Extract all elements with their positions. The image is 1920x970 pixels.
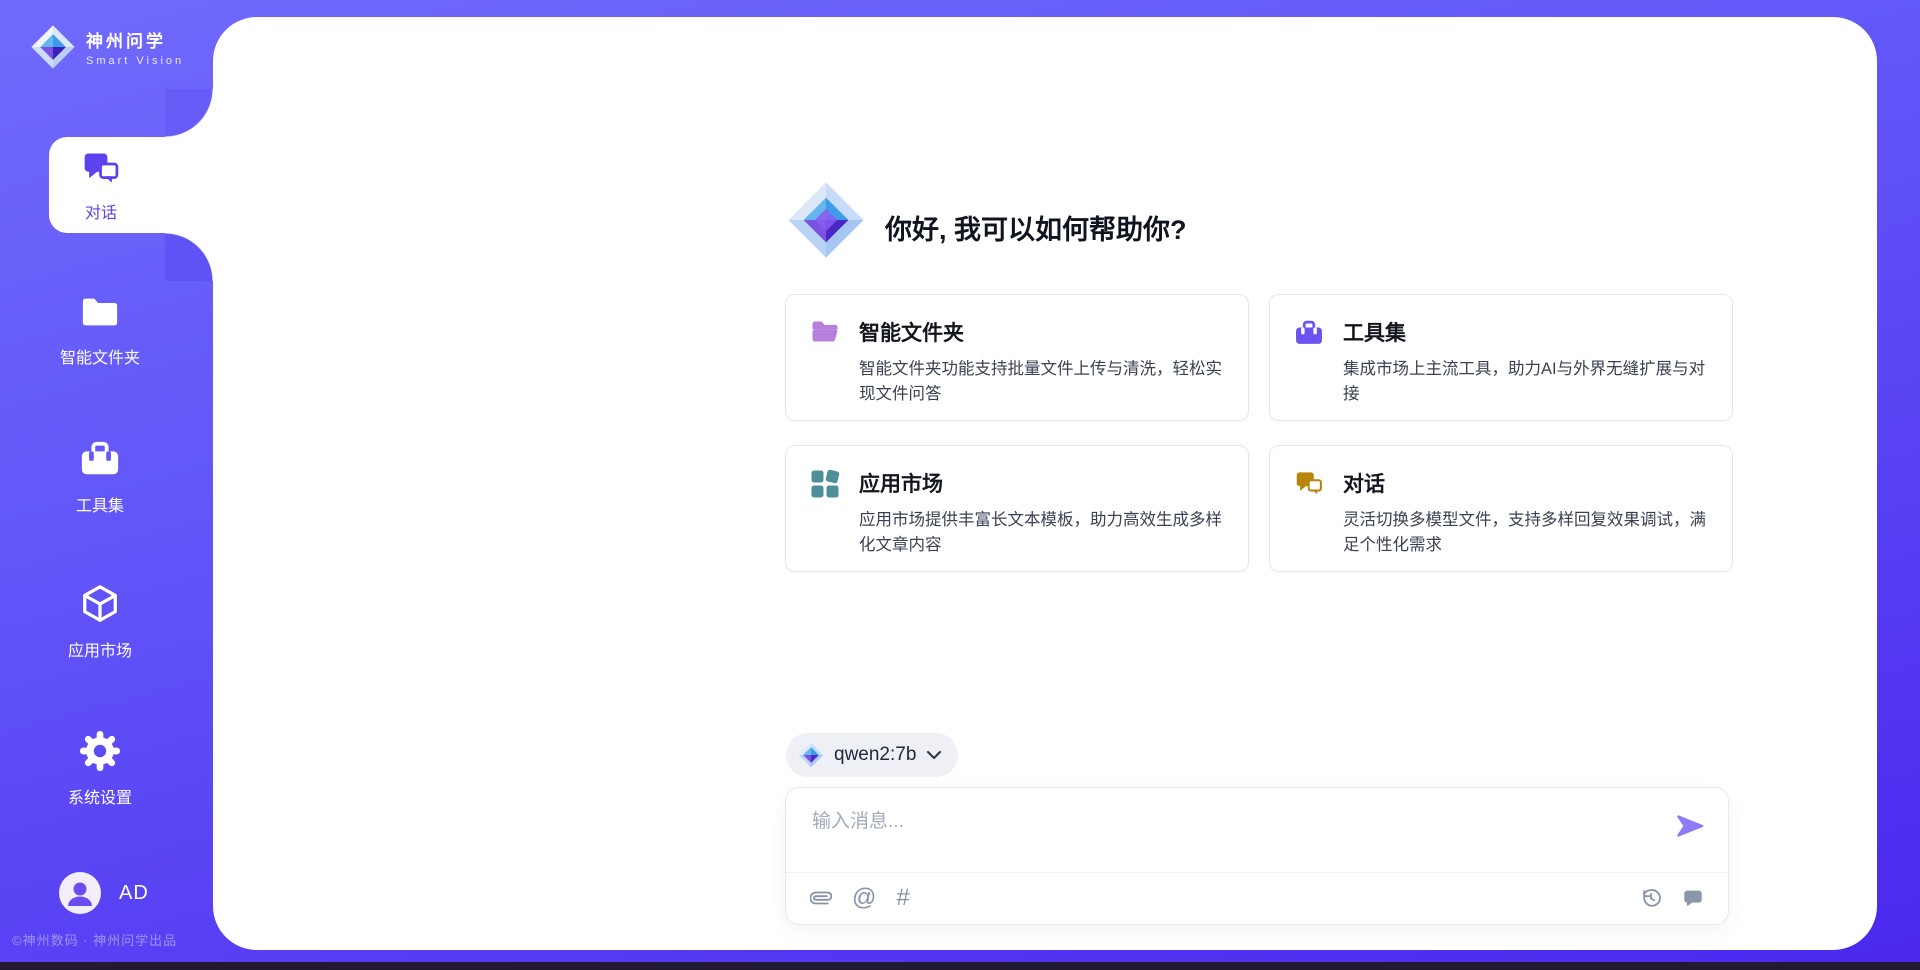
history-icon [1640,887,1662,909]
history-button[interactable] [1640,887,1662,909]
card-description: 灵活切换多模型文件，支持多样回复效果调试，满足个性化需求 [1343,508,1708,558]
sidebar-item-toolkit[interactable]: 工具集 [0,438,200,516]
logo-diamond-icon [30,24,76,70]
sidebar-item-label: 系统设置 [0,784,200,808]
user-profile[interactable]: AD [59,872,149,914]
gear-icon [0,730,200,777]
send-button[interactable] [1674,810,1706,842]
avatar [59,872,101,914]
app-logo: 神州问学 Smart Vision [30,24,184,70]
briefcase-icon [0,438,200,485]
bottom-edge-bar [0,962,1920,970]
app-grid-icon [810,468,840,549]
chat-bubbles-icon [1294,468,1324,549]
feature-cards: 智能文件夹 智能文件夹功能支持批量文件上传与清洗，轻松实现文件问答 [785,294,1733,572]
at-icon: @ [852,886,876,910]
model-name: qwen2:7b [834,744,916,766]
copyright-footer: ©神州数码 · 神州问学出品 [12,930,212,949]
card-title: 智能文件夹 [859,317,1224,347]
card-description: 集成市场上主流工具，助力AI与外界无缝扩展与对接 [1343,357,1708,407]
card-description: 应用市场提供丰富长文本模板，助力高效生成多样化文章内容 [859,508,1224,558]
card-description: 智能文件夹功能支持批量文件上传与清洗，轻松实现文件问答 [859,357,1224,407]
tab-fillet-top [165,89,213,137]
sidebar-item-settings[interactable]: 系统设置 [0,730,200,808]
message-composer: @ # [785,787,1729,925]
main-content-panel: 你好, 我可以如何帮助你? 智能文件夹 智能文件夹功能支持批量文件上传与清洗，轻… [213,17,1877,950]
brand-diamond-icon [786,180,866,265]
greeting-title: 你好, 我可以如何帮助你? [885,208,1187,247]
chevron-down-icon [926,750,942,760]
folder-open-icon [810,317,840,398]
sidebar-item-chat[interactable]: 对话 [49,137,213,233]
folder-icon [0,292,200,337]
briefcase-icon [1294,317,1324,398]
app-subtitle: Smart Vision [86,55,184,67]
attach-button[interactable] [810,887,832,909]
sidebar-item-label: 工具集 [0,492,200,516]
hash-icon: # [896,886,909,910]
model-selector[interactable]: qwen2:7b [786,733,958,777]
app-title: 神州问学 [86,27,184,52]
sidebar-item-smart-folder[interactable]: 智能文件夹 [0,292,200,368]
cube-icon [0,583,200,630]
card-title: 对话 [1343,468,1708,498]
card-title: 应用市场 [859,468,1224,498]
card-toolkit[interactable]: 工具集 集成市场上主流工具，助力AI与外界无缝扩展与对接 [1269,294,1733,421]
card-app-market[interactable]: 应用市场 应用市场提供丰富长文本模板，助力高效生成多样化文章内容 [785,445,1249,572]
message-input[interactable] [812,806,1652,862]
chat-icon [81,149,121,194]
chat-bubble-button[interactable] [1682,887,1704,909]
user-icon [60,873,100,913]
sidebar-item-label: 智能文件夹 [0,344,200,368]
topic-button[interactable]: # [896,886,909,910]
sidebar-item-label: 应用市场 [0,637,200,661]
paperclip-icon [810,887,832,909]
card-smart-folder[interactable]: 智能文件夹 智能文件夹功能支持批量文件上传与清洗，轻松实现文件问答 [785,294,1249,421]
user-name: AD [119,882,149,905]
send-icon [1675,811,1705,841]
card-chat[interactable]: 对话 灵活切换多模型文件，支持多样回复效果调试，满足个性化需求 [1269,445,1733,572]
card-title: 工具集 [1343,317,1708,347]
sidebar-item-label: 对话 [49,199,153,223]
chat-bubble-icon [1682,887,1704,909]
sidebar-item-app-market[interactable]: 应用市场 [0,583,200,661]
composer-divider [786,872,1728,873]
mention-button[interactable]: @ [852,886,876,910]
tab-fillet-bottom [165,233,213,281]
model-logo-diamond-icon [798,742,824,768]
